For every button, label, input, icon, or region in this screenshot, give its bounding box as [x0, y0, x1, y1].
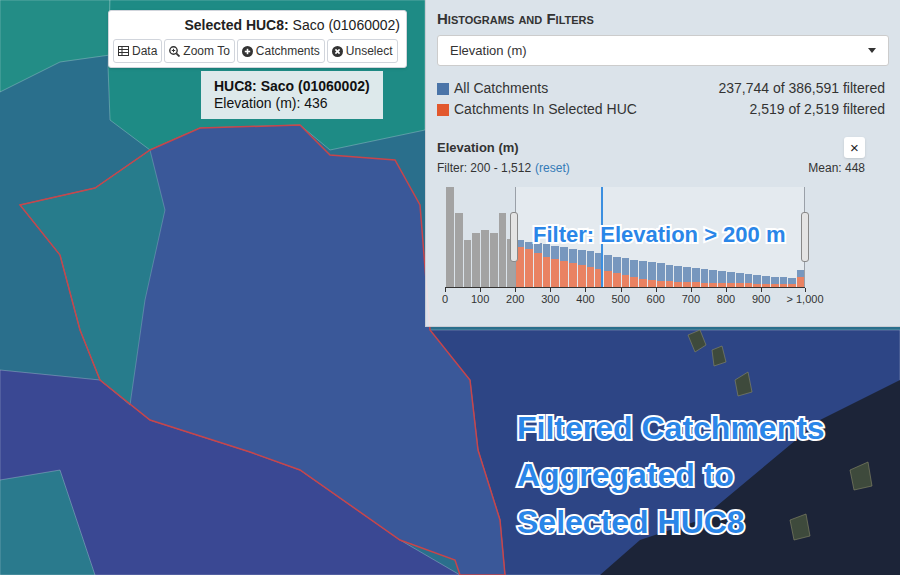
- tooltip-value: 436: [304, 95, 327, 111]
- dropdown-value: Elevation (m): [450, 41, 527, 61]
- all-catchments-bar: [490, 233, 498, 287]
- selected-huc-value: Saco (01060002): [293, 17, 400, 33]
- tooltip-label: Elevation (m):: [214, 95, 300, 111]
- tick-label: 100: [471, 293, 489, 305]
- zoom-in-icon: [169, 46, 180, 57]
- tick-mark: [726, 288, 727, 292]
- remove-circle-icon: [332, 46, 343, 57]
- tick-mark: [691, 288, 692, 292]
- legend-item: Catchments In Selected HUC 2,519 of 2,51…: [437, 99, 889, 120]
- tick-mark: [805, 288, 806, 292]
- histogram-bin: [498, 187, 507, 287]
- tick-mark: [621, 288, 622, 292]
- tick-label: 400: [576, 293, 594, 305]
- selected-huc-label: Selected HUC8:: [184, 17, 288, 33]
- all-catchments-bar: [446, 187, 454, 287]
- close-button[interactable]: ×: [844, 137, 865, 158]
- tick-label: 500: [611, 293, 629, 305]
- tooltip-title: HUC8: Saco (01060002): [214, 78, 370, 95]
- selected-huc-buttons: Data Zoom To Catchments Unselect: [113, 39, 402, 63]
- tick-label: 300: [541, 293, 559, 305]
- brush-handle[interactable]: [510, 212, 518, 262]
- tick-label: 800: [717, 293, 735, 305]
- tick-label: 900: [752, 293, 770, 305]
- data-button-label: Data: [132, 42, 157, 60]
- all-catchments-bar: [464, 240, 472, 287]
- catchments-button-label: Catchments: [256, 42, 320, 60]
- tick-mark: [550, 288, 551, 292]
- tick-label: 0: [442, 293, 448, 305]
- legend-item: All Catchments 237,744 of 386,591 filter…: [437, 78, 889, 99]
- zoom-to-button-label: Zoom To: [183, 42, 229, 60]
- map-tooltip: HUC8: Saco (01060002) Elevation (m): 436: [201, 71, 383, 119]
- legend-swatch: [437, 83, 449, 95]
- selected-huc-title: Selected HUC8: Saco (01060002): [113, 16, 402, 34]
- legend-count: 237,744 of 386,591 filtered: [718, 78, 889, 99]
- histogram-section: Elevation (m) × Filter: 200 - 1,512 (res…: [437, 137, 889, 304]
- histogram-bin: [489, 187, 498, 287]
- tick-mark: [480, 288, 481, 292]
- histogram-bin: [463, 187, 472, 287]
- close-glyph: ×: [850, 140, 859, 155]
- tick-mark: [656, 288, 657, 292]
- catchments-button[interactable]: Catchments: [237, 39, 325, 63]
- filter-text: Filter: 200 - 1,512: [437, 159, 531, 177]
- chart-annotation: Filter: Elevation > 200 m: [533, 221, 785, 249]
- map-annotation: Filtered Catchments Aggregated to Select…: [517, 405, 825, 546]
- all-catchments-bar: [481, 230, 489, 287]
- unselect-button-label: Unselect: [346, 42, 393, 60]
- x-axis-ticks: 0100200300400500600700800900> 1,000: [445, 288, 805, 304]
- brush-handle[interactable]: [801, 212, 809, 262]
- map-annotation-line: Selected HUC8: [517, 499, 825, 546]
- reset-link[interactable]: (reset): [535, 159, 570, 177]
- legend-label: Catchments In Selected HUC: [454, 99, 637, 120]
- tick-label: 700: [682, 293, 700, 305]
- histogram-bin: [454, 187, 463, 287]
- plus-circle-icon: [242, 46, 253, 57]
- selected-huc-panel: Selected HUC8: Saco (01060002) Data Zoom…: [108, 10, 407, 68]
- filters-panel: Histograms and Filters Elevation (m) All…: [425, 0, 900, 327]
- variable-dropdown[interactable]: Elevation (m): [437, 35, 889, 66]
- histogram-bin: [445, 187, 454, 287]
- all-catchments-bar: [455, 213, 463, 287]
- tick-mark: [515, 288, 516, 292]
- legend-count: 2,519 of 2,519 filtered: [750, 99, 889, 120]
- zoom-to-button[interactable]: Zoom To: [164, 39, 234, 63]
- map-annotation-line: Aggregated to: [517, 452, 825, 499]
- caret-down-icon: [868, 48, 876, 53]
- x-axis: [445, 287, 805, 288]
- table-icon: [118, 46, 129, 56]
- tick-mark: [445, 288, 446, 292]
- tick-label: > 1,000: [786, 293, 823, 305]
- legend-swatch: [437, 104, 449, 116]
- map-annotation-line: Filtered Catchments: [517, 405, 825, 452]
- tooltip-row: Elevation (m): 436: [214, 95, 370, 112]
- unselect-button[interactable]: Unselect: [327, 39, 398, 63]
- tick-label: 600: [647, 293, 665, 305]
- histogram-bin: [480, 187, 489, 287]
- histogram-bin: [471, 187, 480, 287]
- tick-mark: [585, 288, 586, 292]
- data-button[interactable]: Data: [113, 39, 162, 63]
- legend-label: All Catchments: [454, 78, 548, 99]
- mean-text: Mean: 448: [808, 159, 865, 177]
- tick-mark: [761, 288, 762, 292]
- filters-panel-title: Histograms and Filters: [437, 10, 889, 28]
- legend: All Catchments 237,744 of 386,591 filter…: [437, 78, 889, 120]
- tick-label: 200: [506, 293, 524, 305]
- all-catchments-bar: [472, 233, 480, 287]
- histogram-title: Elevation (m): [437, 138, 519, 158]
- all-catchments-bar: [499, 213, 507, 287]
